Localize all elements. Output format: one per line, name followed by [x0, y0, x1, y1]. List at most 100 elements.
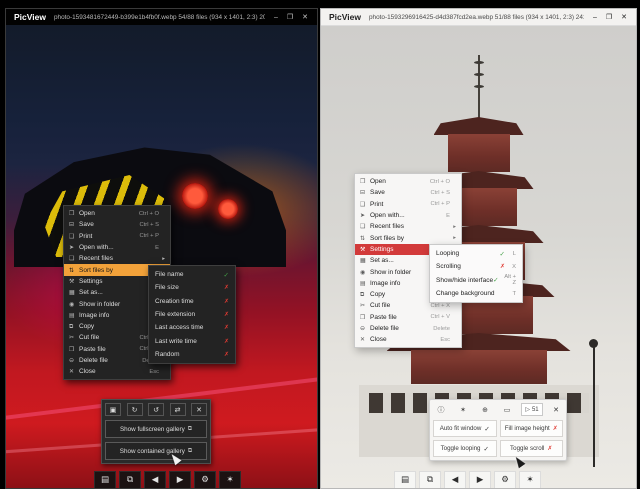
- rotate-right-icon[interactable]: ↻: [127, 403, 143, 416]
- titlebar[interactable]: PicView photo-1593481672449-b399e1b4fb0f…: [6, 9, 317, 25]
- menu-item-label: Paste file: [370, 314, 431, 321]
- menu-item-save[interactable]: ⊟ Save Ctrl + S: [355, 187, 461, 198]
- flip-icon[interactable]: ⇄: [170, 403, 186, 416]
- menu-item-open-with[interactable]: ➤ Open with... E: [64, 242, 170, 253]
- minimize-button[interactable]: –: [593, 14, 597, 21]
- minimize-button[interactable]: –: [274, 14, 278, 21]
- open-folder-button[interactable]: ▤: [94, 471, 116, 489]
- menu-item-close[interactable]: ✕ Close Esc: [355, 334, 461, 345]
- menu-item-save[interactable]: ⊟ Save Ctrl + S: [64, 219, 170, 230]
- close-button[interactable]: ✕: [621, 13, 627, 21]
- auto-fit-window-button[interactable]: Auto fit window ✓: [433, 420, 497, 437]
- menu-item-print[interactable]: ❑ Print Ctrl + P: [64, 231, 170, 242]
- menu-item-paste-file[interactable]: ❒ Paste file Ctrl + V: [355, 312, 461, 323]
- submenu-item-random[interactable]: Random ✗: [149, 348, 235, 361]
- submenu-item-file-extension[interactable]: File extension ✗: [149, 308, 235, 321]
- open-folder-button[interactable]: ▤: [394, 471, 416, 489]
- previous-button[interactable]: ◀: [144, 471, 166, 489]
- menu-item-icon: ❏: [360, 223, 370, 230]
- maximize-button[interactable]: ❐: [287, 13, 293, 21]
- submenu-item-shortcut: T: [508, 291, 516, 297]
- submenu-arrow-icon: ▸: [450, 224, 456, 230]
- slideshow-counter[interactable]: ▷ 51: [521, 403, 542, 416]
- menu-item-icon: ❑: [69, 233, 79, 240]
- menu-item-icon: ⇅: [360, 235, 370, 242]
- menu-item-delete-file[interactable]: ⊖ Delete file Delete: [355, 323, 461, 334]
- check-mark-icon: ✓: [224, 271, 229, 279]
- effects-button[interactable]: ✶: [219, 471, 241, 489]
- slideshow-icon: ▷: [525, 406, 530, 413]
- submenu-item-file-name[interactable]: File name ✓: [149, 268, 235, 281]
- submenu-item-label: Creation time: [155, 298, 224, 305]
- maximize-button[interactable]: ❐: [606, 13, 612, 21]
- menu-item-label: Delete file: [79, 357, 142, 364]
- comment-icon-button[interactable]: ▭: [499, 403, 515, 416]
- close-icon[interactable]: ✕: [549, 406, 563, 414]
- pagoda-body: [448, 134, 510, 172]
- menu-item-icon: ➤: [360, 212, 370, 219]
- submenu-item-file-size[interactable]: File size ✗: [149, 281, 235, 294]
- check-mark-icon: ✓: [483, 445, 488, 453]
- window-controls: – ❐ ✕: [265, 13, 317, 21]
- menu-item-icon: ✕: [360, 336, 370, 343]
- submenu-item-label: Scrolling: [436, 263, 500, 270]
- submenu-item-show-hide-interface[interactable]: Show/hide interface ✓ Alt + Z: [430, 274, 522, 287]
- menu-item-open-with[interactable]: ➤ Open with... E: [355, 210, 461, 221]
- check-mark-icon: ✗: [224, 311, 229, 318]
- menu-item-label: Delete file: [370, 325, 433, 332]
- show-fullscreen-gallery-button[interactable]: Show fullscreen gallery ⧉: [105, 420, 207, 438]
- menu-item-recent-files[interactable]: ❏ Recent files ▸: [64, 253, 170, 264]
- sort-files-submenu: File name ✓ File size ✗ Creation time ✗ …: [148, 265, 236, 364]
- settings-button[interactable]: ⚙: [494, 471, 516, 489]
- pagoda-body: [411, 350, 547, 384]
- menu-item-recent-files[interactable]: ❏ Recent files ▸: [355, 221, 461, 232]
- toggle-looping-button[interactable]: Toggle looping ✓: [433, 440, 497, 457]
- function-button-label: Fill image height: [505, 425, 550, 432]
- submenu-item-last-write-time[interactable]: Last write time ✗: [149, 334, 235, 347]
- menu-item-sort-files-by[interactable]: ⇅ Sort files by ▸: [355, 232, 461, 243]
- submenu-item-label: File extension: [155, 311, 224, 318]
- menu-item-shortcut: Esc: [149, 369, 159, 375]
- submenu-item-label: File name: [155, 271, 224, 278]
- effects-icon-button[interactable]: ✶: [455, 403, 471, 416]
- info-icon-button[interactable]: ⓘ: [433, 403, 449, 416]
- menu-item-icon: ⊖: [69, 357, 79, 364]
- rotate-left-icon[interactable]: ↺: [148, 403, 164, 416]
- gallery-button[interactable]: ⧉: [419, 471, 441, 489]
- menu-item-print[interactable]: ❑ Print Ctrl + P: [355, 199, 461, 210]
- effects-button[interactable]: ✶: [519, 471, 541, 489]
- submenu-item-scrolling[interactable]: Scrolling ✗ X: [430, 260, 522, 273]
- toggle-scroll-button[interactable]: Toggle scroll ✗: [500, 440, 564, 457]
- menu-item-icon: ⚒: [69, 278, 79, 285]
- titlebar[interactable]: PicView photo-1593296916425-d4d387fcd2ea…: [321, 9, 636, 26]
- submenu-item-last-access-time[interactable]: Last access time ✗: [149, 321, 235, 334]
- gallery-icon: ⧉: [188, 425, 192, 433]
- menu-item-icon: ▦: [69, 289, 79, 296]
- menu-item-open[interactable]: ❐ Open Ctrl + O: [64, 208, 170, 219]
- zoom-icon-button[interactable]: ⊕: [477, 403, 493, 416]
- menu-item-open[interactable]: ❐ Open Ctrl + O: [355, 176, 461, 187]
- menu-item-icon: ✕: [69, 368, 79, 375]
- gallery-box-icon[interactable]: ▣: [105, 403, 121, 416]
- fill-image-height-button[interactable]: Fill image height ✗: [500, 420, 564, 437]
- next-button[interactable]: ▶: [169, 471, 191, 489]
- submenu-item-creation-time[interactable]: Creation time ✗: [149, 295, 235, 308]
- next-button[interactable]: ▶: [469, 471, 491, 489]
- submenu-item-shortcut: Alt + Z: [502, 274, 516, 286]
- settings-submenu: Looping ✓ L Scrolling ✗ X Show/hide inte…: [429, 244, 523, 303]
- menu-item-shortcut: Ctrl + O: [139, 211, 159, 217]
- submenu-item-change-background[interactable]: Change background T: [430, 287, 522, 300]
- gallery-button[interactable]: ⧉: [119, 471, 141, 489]
- menu-item-label: Settings: [79, 278, 159, 285]
- close-icon[interactable]: ✕: [191, 403, 207, 416]
- previous-button[interactable]: ◀: [444, 471, 466, 489]
- settings-button[interactable]: ⚙: [194, 471, 216, 489]
- menu-item-close[interactable]: ✕ Close Esc: [64, 366, 170, 377]
- function-button-label: Auto fit window: [440, 425, 482, 432]
- menu-item-shortcut: Ctrl + S: [140, 222, 160, 228]
- submenu-item-looping[interactable]: Looping ✓ L: [430, 247, 522, 260]
- show-contained-gallery-button[interactable]: Show contained gallery ⧉: [105, 442, 207, 460]
- close-button[interactable]: ✕: [302, 13, 308, 21]
- check-mark-icon: ✗: [224, 324, 229, 331]
- menu-item-label: Save: [79, 221, 140, 228]
